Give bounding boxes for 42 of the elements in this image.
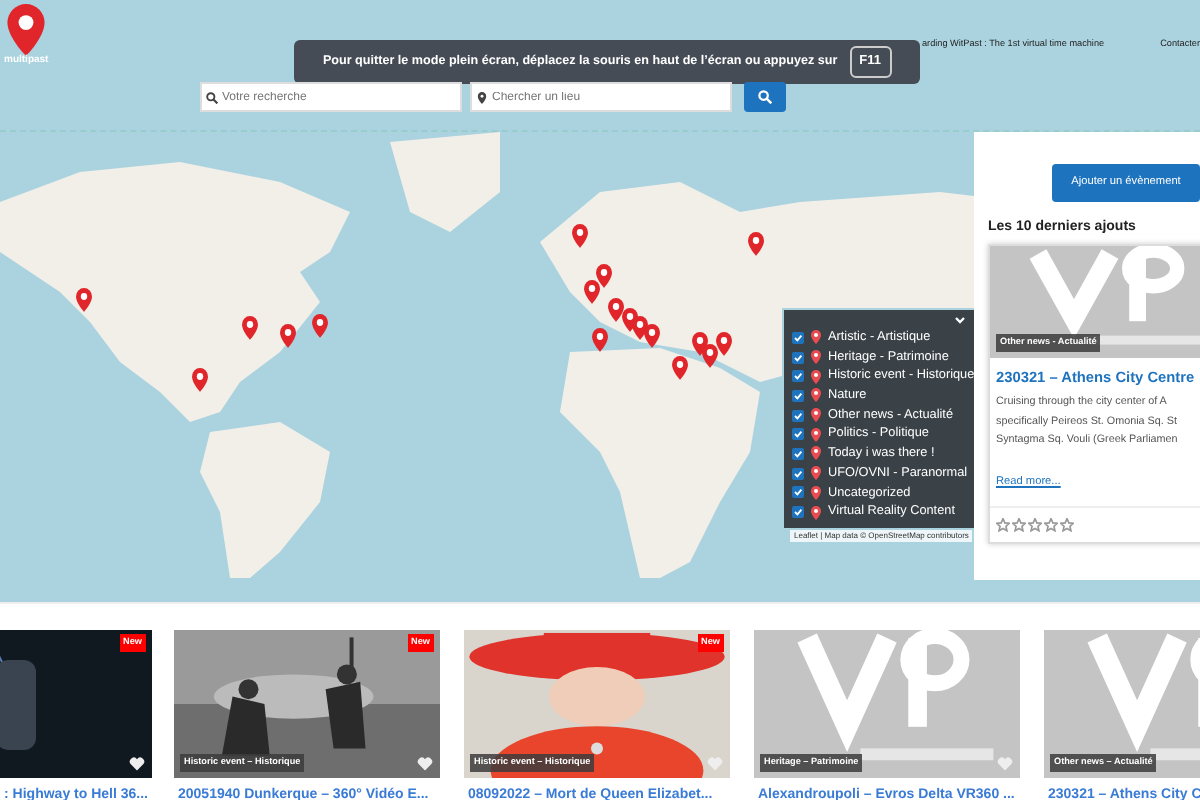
checkbox[interactable] [792, 506, 804, 519]
map-pin[interactable] [644, 324, 660, 348]
pin-icon [810, 446, 822, 461]
search-button[interactable] [744, 82, 786, 112]
search-icon [758, 90, 772, 104]
map-pin[interactable] [596, 264, 612, 288]
pin-icon [810, 369, 822, 384]
pin-icon [810, 505, 822, 520]
checkbox[interactable] [792, 486, 804, 499]
checkbox[interactable] [792, 467, 804, 480]
pin-icon [810, 427, 822, 442]
checkbox[interactable] [792, 409, 804, 422]
pin-icon [810, 485, 822, 500]
pin-icon [810, 330, 822, 345]
pin-icon [810, 388, 822, 403]
location-pin-icon [476, 91, 488, 103]
map-pin[interactable] [76, 288, 92, 312]
map-pin[interactable] [608, 298, 624, 322]
pin-icon [810, 466, 822, 481]
map-pin[interactable] [716, 332, 732, 356]
map-pin[interactable] [192, 368, 208, 392]
search-icon [206, 91, 218, 103]
pin-icon [810, 408, 822, 423]
checkbox[interactable] [792, 370, 804, 383]
map-pin[interactable] [572, 224, 588, 248]
checkbox[interactable] [792, 331, 804, 344]
collapse-icon [954, 316, 966, 324]
pin-icon [810, 350, 822, 365]
checkbox[interactable] [792, 389, 804, 402]
map-pin[interactable] [280, 324, 296, 348]
map-pin[interactable] [312, 314, 328, 338]
map-pin[interactable] [584, 280, 600, 304]
map-pin[interactable] [242, 316, 258, 340]
map-pin[interactable] [592, 328, 608, 352]
checkbox[interactable] [792, 447, 804, 460]
map-pin[interactable] [748, 232, 764, 256]
logo-pin-icon [6, 4, 47, 56]
map-pin[interactable] [672, 356, 688, 380]
map-pin[interactable] [702, 344, 718, 368]
checkbox[interactable] [792, 351, 804, 364]
heart-icon[interactable] [128, 756, 146, 772]
checkbox[interactable] [792, 428, 804, 441]
